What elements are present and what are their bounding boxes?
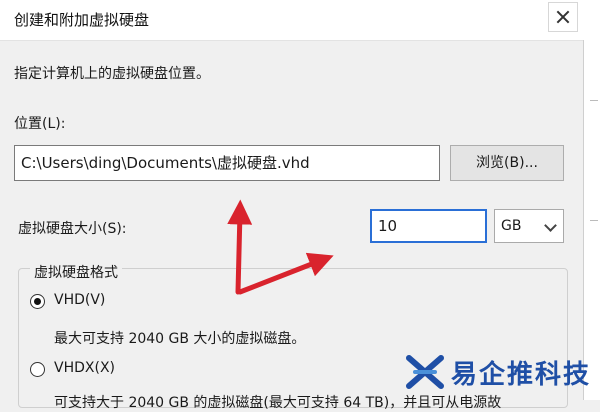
size-input[interactable]: 10	[370, 209, 487, 243]
edge-mark	[590, 220, 598, 221]
title-bar: 创建和附加虚拟硬盘	[0, 0, 600, 41]
logo-icon	[406, 355, 444, 389]
unit-value: GB	[501, 218, 522, 234]
format-group-title: 虚拟硬盘格式	[30, 262, 122, 282]
radio-vhd[interactable]	[30, 294, 45, 309]
edge-mark	[590, 100, 598, 101]
close-button[interactable]	[548, 2, 578, 32]
browse-button[interactable]: 浏览(B)...	[450, 145, 564, 181]
radio-vhd-description: 最大可支持 2040 GB 大小的虚拟磁盘。	[54, 331, 306, 347]
radio-vhdx-description: 可支持大于 2040 GB 的虚拟磁盘(最大可支持 64 TB)，并且可从电源故	[54, 395, 502, 411]
window-title: 创建和附加虚拟硬盘	[14, 11, 150, 29]
watermark-text: 易企推科技	[451, 360, 592, 390]
watermark: 易企推科技	[405, 350, 595, 394]
unit-select[interactable]: GB	[494, 209, 564, 243]
radio-vhdx[interactable]	[30, 362, 45, 377]
background-window-edge	[583, 40, 600, 400]
instruction-text: 指定计算机上的虚拟硬盘位置。	[14, 66, 210, 82]
size-label: 虚拟硬盘大小(S):	[18, 221, 127, 237]
location-label: 位置(L):	[14, 116, 66, 132]
chevron-down-icon	[544, 219, 557, 232]
radio-vhdx-label[interactable]: VHDX(X)	[54, 360, 115, 376]
location-input[interactable]: C:\Users\ding\Documents\虚拟硬盘.vhd	[14, 145, 440, 181]
radio-vhd-label[interactable]: VHD(V)	[54, 292, 105, 308]
